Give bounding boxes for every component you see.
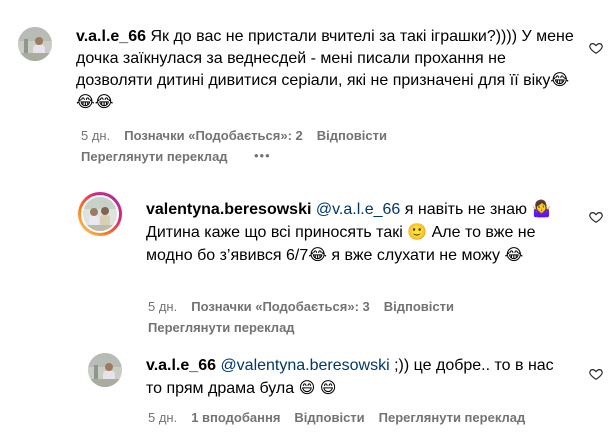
reply-item: v.a.l.e_66 @valentyna.beresowski ;)) це … bbox=[0, 340, 612, 438]
story-ring[interactable] bbox=[78, 192, 122, 236]
reply-button[interactable]: Відповісти bbox=[294, 410, 364, 425]
reply-button[interactable]: Відповісти bbox=[384, 299, 454, 314]
emoji: 🤷‍♀️ bbox=[531, 199, 552, 218]
comment-username[interactable]: v.a.l.e_66 bbox=[146, 357, 216, 374]
more-options-button[interactable]: ••• bbox=[254, 147, 271, 165]
comment-text: Дитина каже що всі приносять такі bbox=[146, 224, 408, 241]
like-heart-icon[interactable] bbox=[589, 41, 603, 55]
mention-link[interactable]: @v.a.l.e_66 bbox=[316, 201, 400, 218]
see-translation-button[interactable]: Переглянути переклад bbox=[81, 148, 228, 166]
avatar[interactable] bbox=[18, 27, 52, 61]
comment-item: v.a.l.e_66 Як до вас не пристали вчителі… bbox=[0, 0, 612, 170]
avatar bbox=[81, 195, 119, 233]
reply-item: valentyna.beresowski @v.a.l.e_66 я навіт… bbox=[0, 170, 612, 340]
emoji: 😄 bbox=[298, 378, 316, 397]
comment-text: я вже слухати не можу bbox=[326, 247, 505, 264]
comment-username[interactable]: v.a.l.e_66 bbox=[76, 28, 146, 45]
emoji: 🙂 bbox=[407, 222, 428, 241]
comment-age: 5 дн. bbox=[148, 299, 178, 314]
emoji: 😄 bbox=[319, 378, 337, 397]
reply-button[interactable]: Відповісти bbox=[317, 128, 387, 143]
comment-username[interactable]: valentyna.beresowski bbox=[146, 201, 311, 218]
comment-text: Як до вас не пристали вчителі за такі іг… bbox=[76, 28, 574, 111]
like-heart-icon[interactable] bbox=[589, 367, 603, 381]
emoji: 😂 bbox=[308, 245, 327, 264]
see-translation-button[interactable]: Переглянути переклад bbox=[148, 319, 295, 337]
likes-count-button[interactable]: 1 вподобання bbox=[191, 410, 280, 425]
mention-link[interactable]: @valentyna.beresowski bbox=[220, 357, 389, 374]
emoji: 😂 bbox=[504, 245, 524, 264]
reply-body: v.a.l.e_66 @valentyna.beresowski ;)) це … bbox=[146, 355, 566, 400]
reply-body: valentyna.beresowski @v.a.l.e_66 я навіт… bbox=[146, 198, 576, 267]
comment-age: 5 дн. bbox=[81, 128, 111, 143]
comment-body: v.a.l.e_66 Як до вас не пристали вчителі… bbox=[76, 26, 581, 114]
avatar[interactable] bbox=[88, 353, 122, 387]
likes-count-button[interactable]: Позначки «Подобається»: 2 bbox=[124, 128, 303, 143]
comment-text: я навіть не знаю bbox=[400, 201, 532, 218]
like-heart-icon[interactable] bbox=[589, 210, 603, 224]
comment-age: 5 дн. bbox=[148, 410, 178, 425]
likes-count-button[interactable]: Позначки «Подобається»: 3 bbox=[191, 299, 370, 314]
comment-meta: 5 дн. Позначки «Подобається»: 2 Відповісти bbox=[81, 127, 387, 145]
see-translation-button[interactable]: Переглянути переклад bbox=[379, 410, 526, 425]
reply-meta: 5 дн. Позначки «Подобається»: 3 Відповісти bbox=[148, 298, 454, 316]
reply-meta: 5 дн. 1 вподобання Відповісти Переглянути п… bbox=[148, 409, 525, 427]
